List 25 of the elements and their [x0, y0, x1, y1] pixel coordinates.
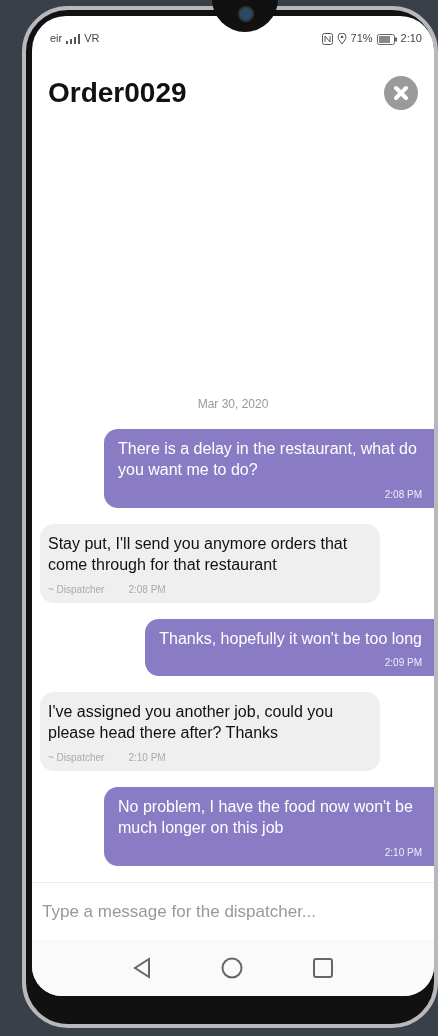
carrier-name: eir	[50, 31, 63, 46]
message-text: Thanks, hopefully it won't be too long	[159, 628, 422, 649]
home-icon[interactable]	[221, 957, 243, 979]
date-separator: Mar 30, 2020	[196, 396, 270, 414]
message-time: 2:10 PM	[128, 750, 166, 765]
message-text: No problem, I have the food now won't be much longer on this job	[118, 796, 414, 838]
recent-apps-icon[interactable]	[313, 958, 333, 978]
close-icon	[393, 85, 409, 101]
message-text: Stay put, I'll send you anymore orders that come through for that restaurant	[48, 533, 349, 575]
nfc-icon	[321, 30, 333, 47]
chat-title: Order0029	[48, 76, 187, 110]
message-time: 2:09 PM	[383, 656, 422, 671]
message-time: 2:08 PM	[128, 582, 166, 597]
message-time: 2:08 PM	[383, 487, 422, 502]
message-time: 2:10 PM	[383, 845, 422, 860]
back-icon[interactable]	[133, 957, 151, 979]
network-label: VR	[84, 31, 100, 46]
message-text: I've assigned you another job, could you please head there after? Thanks	[48, 702, 335, 744]
sender-name: ~ Dispatcher	[48, 582, 105, 597]
battery-percent: 71%	[350, 31, 373, 46]
clock-time: 2:10	[400, 31, 422, 46]
sender-name: ~ Dispatcher	[48, 750, 105, 765]
message-text: There is a delay in the restaurant, what do you want me to do?	[118, 439, 418, 481]
close-button[interactable]	[384, 76, 418, 110]
location-icon	[336, 30, 347, 47]
